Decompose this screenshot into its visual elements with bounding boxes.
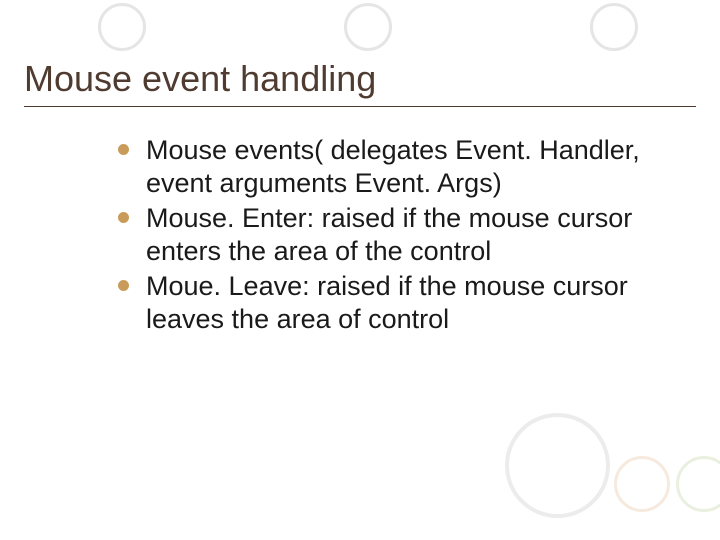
slide-title: Mouse event handling [24, 58, 376, 100]
list-item-text: Moue. Leave: raised if the mouse cursor … [146, 271, 628, 334]
decorative-circle [590, 3, 638, 51]
decorative-circle [676, 456, 720, 512]
list-item: Mouse events( delegates Event. Handler, … [118, 134, 640, 200]
bullet-icon [118, 280, 129, 291]
bullet-list: Mouse events( delegates Event. Handler, … [118, 134, 640, 338]
bullet-icon [118, 144, 129, 155]
list-item: Moue. Leave: raised if the mouse cursor … [118, 270, 640, 336]
list-item-text: Mouse events( delegates Event. Handler, … [146, 135, 640, 198]
decorative-circle [614, 456, 670, 512]
list-item: Mouse. Enter: raised if the mouse cursor… [118, 202, 640, 268]
title-underline [24, 106, 696, 107]
decorative-circle [344, 3, 392, 51]
decorative-circle [98, 3, 146, 51]
list-item-text: Mouse. Enter: raised if the mouse cursor… [146, 203, 632, 266]
bullet-icon [118, 212, 129, 223]
decorative-circle [505, 413, 610, 518]
